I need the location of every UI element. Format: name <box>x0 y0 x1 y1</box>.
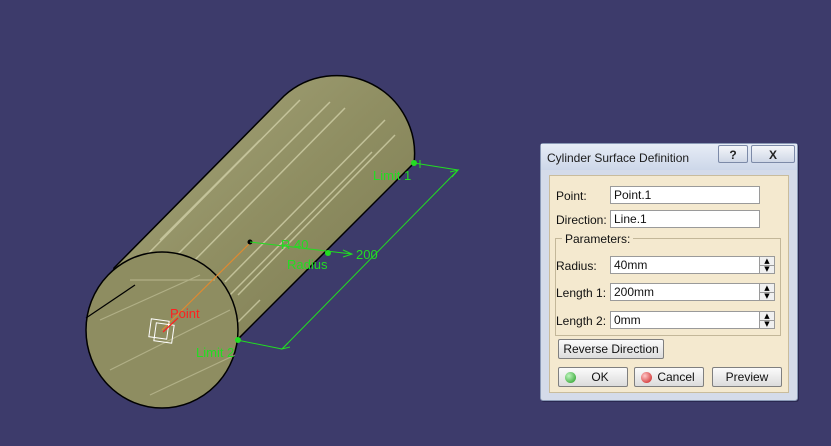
ok-label: OK <box>591 370 609 384</box>
point-label: Point <box>170 306 200 321</box>
cylinder-surface-dialog: Cylinder Surface Definition ? X Point: P… <box>540 143 798 401</box>
spin-down-icon[interactable]: ▼ <box>760 320 774 328</box>
direction-field-label: Direction: <box>556 213 607 227</box>
reverse-direction-button[interactable]: Reverse Direction <box>558 339 664 359</box>
point-field[interactable]: Point.1 <box>610 186 760 204</box>
help-icon: ? <box>729 148 737 162</box>
limit1-label[interactable]: Limit 1 <box>373 168 411 183</box>
ok-icon <box>565 372 576 383</box>
direction-field[interactable]: Line.1 <box>610 210 760 228</box>
dialog-body: Point: Point.1 Direction: Line.1 Paramet… <box>549 175 789 393</box>
length1-field-label: Length 1: <box>556 286 607 300</box>
parameters-title: Parameters: <box>562 232 634 246</box>
length2-field[interactable]: 0mm <box>610 311 760 329</box>
cancel-icon <box>641 372 652 383</box>
dialog-titlebar[interactable]: Cylinder Surface Definition ? X <box>541 144 797 170</box>
close-button[interactable]: X <box>751 145 795 163</box>
help-button[interactable]: ? <box>718 145 748 163</box>
length1-field[interactable]: 200mm <box>610 283 760 301</box>
length2-field-label: Length 2: <box>556 314 607 328</box>
cancel-button[interactable]: Cancel <box>634 367 704 387</box>
length2-stepper[interactable]: ▲ ▼ <box>759 311 775 329</box>
spin-down-icon[interactable]: ▼ <box>760 265 774 273</box>
radius-label[interactable]: Radius <box>287 257 328 272</box>
point-field-label: Point: <box>556 189 587 203</box>
preview-button[interactable]: Preview <box>712 367 782 387</box>
length-value-label[interactable]: 200 <box>356 247 378 262</box>
length1-stepper[interactable]: ▲ ▼ <box>759 283 775 301</box>
ok-button[interactable]: OK <box>558 367 628 387</box>
close-icon: X <box>768 148 777 162</box>
radius-field[interactable]: 40mm <box>610 256 760 274</box>
dialog-title: Cylinder Surface Definition <box>547 151 690 165</box>
limit2-label[interactable]: Limit 2 <box>196 345 234 360</box>
radius-value-label: R 40 <box>281 237 308 252</box>
radius-stepper[interactable]: ▲ ▼ <box>759 256 775 274</box>
cancel-label: Cancel <box>657 370 695 384</box>
radius-field-label: Radius: <box>556 259 597 273</box>
spin-down-icon[interactable]: ▼ <box>760 292 774 300</box>
